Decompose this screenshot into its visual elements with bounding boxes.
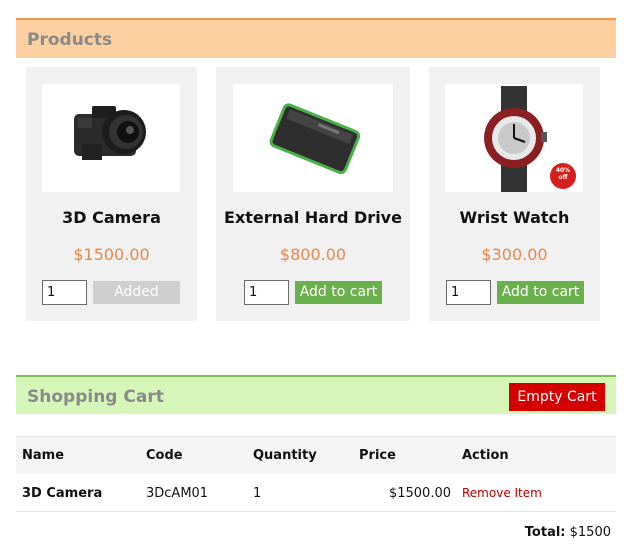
added-button[interactable]: Added — [93, 281, 180, 304]
product-price: $800.00 — [279, 245, 347, 264]
add-to-cart-button[interactable]: Add to cart — [497, 281, 584, 304]
product-name: Wrist Watch — [459, 208, 570, 227]
products-title: Products — [27, 30, 113, 50]
remove-item-link[interactable]: Remove Item — [462, 486, 542, 500]
add-to-cart-button[interactable]: Add to cart — [295, 281, 382, 304]
cart-item-code: 3DcAM01 — [146, 486, 209, 501]
cart-total: Total: $1500 — [525, 525, 611, 540]
camera-icon — [74, 106, 146, 160]
product-card-wrist-watch: 40% off Wrist Watch $300.00 Add to cart — [429, 67, 600, 321]
product-name: 3D Camera — [62, 208, 161, 227]
cart-item-quantity: 1 — [253, 486, 262, 501]
discount-badge: 40% off — [555, 167, 571, 181]
product-card-external-hard-drive: External Hard Drive $800.00 Add to cart — [216, 67, 410, 321]
total-label: Total: — [524, 525, 566, 540]
cart-table: Name Code Quantity Price Action 3D Camer… — [16, 436, 616, 512]
product-image-hard-drive — [233, 84, 393, 192]
column-header-quantity: Quantity — [253, 448, 317, 463]
shopping-cart-header: Shopping Cart Empty Cart — [16, 375, 616, 414]
product-image-watch: 40% off — [445, 84, 583, 192]
product-name: External Hard Drive — [224, 208, 402, 227]
total-value: $1500 — [569, 525, 611, 540]
hard-drive-icon — [269, 103, 361, 175]
empty-cart-button[interactable]: Empty Cart — [509, 383, 605, 411]
quantity-input[interactable] — [42, 280, 87, 305]
products-header: Products — [16, 18, 616, 58]
column-header-action: Action — [462, 448, 509, 463]
product-card-3d-camera: 3D Camera $1500.00 Added — [26, 67, 197, 321]
shopping-cart-title: Shopping Cart — [27, 387, 164, 407]
column-header-price: Price — [359, 448, 396, 463]
quantity-input[interactable] — [244, 280, 289, 305]
cart-item-price: $1500.00 — [388, 486, 451, 501]
table-header-row: Name Code Quantity Price Action — [16, 436, 616, 474]
product-price: $1500.00 — [73, 245, 150, 264]
product-price: $300.00 — [481, 245, 548, 264]
column-header-name: Name — [22, 448, 65, 463]
column-header-code: Code — [146, 448, 183, 463]
product-image-camera — [42, 84, 180, 192]
quantity-input[interactable] — [446, 280, 491, 305]
table-row: 3D Camera 3DcAM01 1 $1500.00 Remove Item — [16, 474, 616, 512]
cart-item-name: 3D Camera — [22, 486, 103, 501]
